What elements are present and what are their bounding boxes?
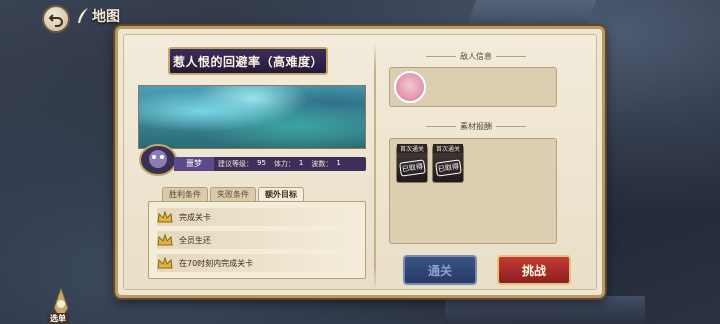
enemy-list [389, 67, 557, 107]
header-rule [496, 126, 526, 127]
rewards-label: 素材报酬 [460, 122, 492, 131]
map-structure-bottom [445, 296, 645, 324]
goal-text: 全员生还 [179, 235, 211, 245]
goal-text: 完成关卡 [179, 212, 211, 222]
reward-tag: 首次通关 [397, 144, 427, 153]
back-button[interactable] [42, 5, 70, 33]
panel-inner: 惹人恨的回避率（高难度） 噩梦 建议等级： 95 体力： 1 波数： 1 胜利条… [123, 34, 597, 291]
reward-item[interactable]: 首次通关 已取得 [432, 144, 464, 183]
quill-icon [78, 8, 88, 23]
goal-item: 全员生还 [157, 231, 357, 249]
enemy-avatar[interactable] [394, 71, 426, 103]
recommended-level: 建议等级： 95 [214, 159, 270, 169]
stage-panel: 惹人恨的回避率（高难度） 噩梦 建议等级： 95 体力： 1 波数： 1 胜利条… [115, 26, 605, 298]
enemy-info-header: 敌人信息 [426, 51, 526, 62]
rewards-header: 素材报酬 [426, 121, 526, 132]
waves-label: 波数： [311, 160, 333, 168]
stamina: 体力： 1 [270, 159, 307, 169]
map-breadcrumb-label: 地图 [92, 9, 120, 25]
stage-title: 惹人恨的回避率（高难度） [172, 54, 323, 69]
tab-defeat[interactable]: 失败条件 [210, 187, 256, 202]
clear-button[interactable]: 通关 [403, 255, 477, 285]
extra-goals-list: 完成关卡 全员生还 在70时刻内完成关卡 [148, 201, 366, 279]
panel-divider [374, 43, 376, 291]
level-value: 95 [257, 159, 266, 167]
nightmare-badge-icon [139, 144, 177, 176]
crown-icon [157, 256, 173, 268]
goal-text: 在70时刻内完成关卡 [179, 258, 254, 268]
enemy-info-label: 敌人信息 [460, 52, 492, 61]
stamina-value: 1 [298, 159, 304, 167]
tab-extra-goals[interactable]: 额外目标 [258, 187, 304, 202]
reward-tag: 首次通关 [433, 144, 463, 153]
back-arrow-icon [48, 14, 63, 27]
tab-victory[interactable]: 胜利条件 [162, 187, 208, 202]
header-rule [426, 126, 456, 127]
menu-label: 选单 [47, 313, 69, 324]
map-breadcrumb[interactable]: 地图 [76, 6, 120, 26]
reward-list: 首次通关 已取得 首次通关 已取得 [389, 138, 557, 244]
stamina-label: 体力： [273, 160, 295, 168]
challenge-button[interactable]: 挑战 [497, 255, 571, 285]
goal-item: 在70时刻内完成关卡 [157, 254, 357, 272]
goal-item: 完成关卡 [157, 208, 357, 226]
reward-obtained-stamp: 已取得 [435, 159, 462, 177]
waves: 波数： 1 [307, 159, 344, 169]
crown-icon [157, 233, 173, 245]
difficulty-name: 噩梦 [174, 157, 214, 171]
waves-value: 1 [336, 159, 341, 167]
header-rule [426, 56, 456, 57]
condition-tabs: 胜利条件 失败条件 额外目标 [162, 187, 304, 202]
reward-item[interactable]: 首次通关 已取得 [396, 144, 428, 183]
crown-icon [157, 210, 173, 222]
stage-title-plate: 惹人恨的回避率（高难度） [168, 47, 328, 75]
reward-obtained-stamp: 已取得 [399, 159, 426, 177]
level-label: 建议等级： [218, 160, 253, 168]
stage-preview-image [138, 85, 366, 149]
stage-stat-bar: 噩梦 建议等级： 95 体力： 1 波数： 1 [174, 157, 366, 171]
header-rule [496, 56, 526, 57]
